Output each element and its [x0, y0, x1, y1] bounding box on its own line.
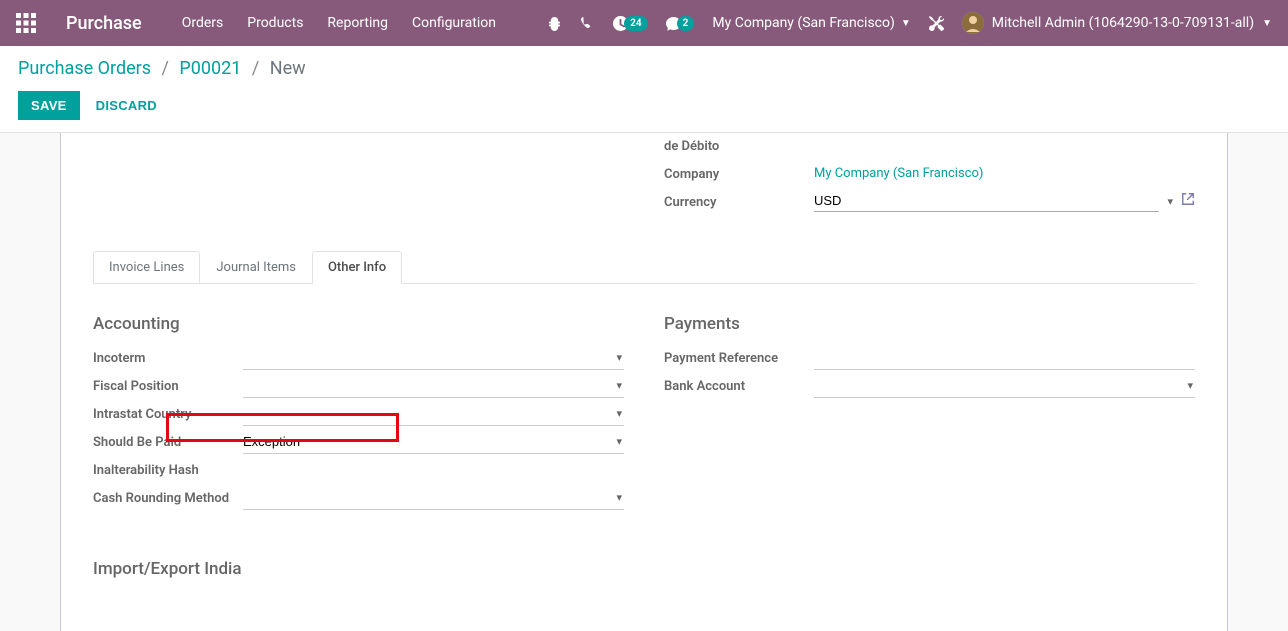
dropdown-caret-icon[interactable]: ▾ — [616, 407, 622, 420]
field-incoterm: Incoterm ▾ — [93, 346, 624, 374]
breadcrumb-bar: Purchase Orders / P00021 / New — [0, 46, 1288, 85]
nav-menu: Orders Products Reporting Configuration — [182, 15, 496, 31]
input-cash-rounding[interactable] — [243, 488, 624, 507]
breadcrumb-mid[interactable]: P00021 — [179, 58, 241, 79]
field-should-be-paid: Should Be Paid ▾ — [93, 430, 624, 458]
label-payment-reference: Payment Reference — [664, 346, 814, 368]
input-incoterm[interactable] — [243, 348, 624, 367]
dropdown-caret-icon[interactable]: ▾ — [616, 435, 622, 448]
top-fields: de Débito Company My Company (San Franci… — [93, 133, 1195, 217]
field-bank-account: Bank Account ▾ — [664, 374, 1195, 402]
nav-products[interactable]: Products — [247, 15, 303, 31]
dropdown-caret-icon[interactable]: ▾ — [1187, 379, 1193, 392]
wrench-icon[interactable] — [929, 16, 944, 31]
nav-orders[interactable]: Orders — [182, 15, 224, 31]
breadcrumb-root[interactable]: Purchase Orders — [18, 58, 151, 79]
field-de-debito: de Débito — [664, 133, 1195, 157]
breadcrumb: Purchase Orders / P00021 / New — [18, 58, 1270, 79]
app-brand[interactable]: Purchase — [66, 13, 142, 34]
field-cash-rounding: Cash Rounding Method ▾ — [93, 486, 624, 514]
field-intrastat-country: Intrastat Country ▾ — [93, 402, 624, 430]
input-bank-account[interactable] — [814, 376, 1195, 395]
dropdown-caret-icon[interactable]: ▾ — [1167, 195, 1173, 208]
section-import-export-title: Import/Export India — [93, 559, 624, 579]
breadcrumb-sep: / — [252, 58, 259, 79]
caret-down-icon: ▼ — [1262, 18, 1272, 29]
label-fiscal-position: Fiscal Position — [93, 374, 243, 396]
input-intrastat-country[interactable] — [243, 404, 624, 423]
label-company: Company — [664, 164, 814, 182]
company-name: My Company (San Francisco) — [712, 15, 894, 31]
save-button[interactable]: SAVE — [18, 91, 80, 120]
dropdown-caret-icon[interactable]: ▾ — [616, 379, 622, 392]
dropdown-caret-icon[interactable]: ▾ — [616, 351, 622, 364]
field-company: Company My Company (San Francisco) — [664, 161, 1195, 185]
field-currency: Currency ▾ — [664, 189, 1195, 213]
nav-right: 24 2 My Company (San Francisco) ▼ Mitche… — [547, 12, 1272, 34]
label-should-be-paid: Should Be Paid — [93, 430, 243, 452]
other-info-body: Accounting Incoterm ▾ Fiscal Position ▾ — [93, 284, 1195, 591]
value-company[interactable]: My Company (San Francisco) — [814, 166, 1195, 181]
company-selector[interactable]: My Company (San Francisco) ▼ — [712, 15, 910, 31]
input-currency[interactable] — [814, 190, 1159, 212]
label-bank-account: Bank Account — [664, 374, 814, 396]
phone-icon[interactable] — [580, 16, 595, 31]
messages-badge: 2 — [677, 16, 695, 31]
messages-icon[interactable]: 2 — [666, 16, 695, 31]
dropdown-caret-icon[interactable]: ▾ — [616, 491, 622, 504]
external-link-icon[interactable] — [1181, 192, 1195, 210]
field-fiscal-position: Fiscal Position ▾ — [93, 374, 624, 402]
input-payment-reference[interactable] — [814, 348, 1195, 367]
field-inalterability-hash: Inalterability Hash — [93, 458, 624, 486]
sheet-container: de Débito Company My Company (San Franci… — [0, 133, 1288, 631]
input-fiscal-position[interactable] — [243, 376, 624, 395]
field-payment-reference: Payment Reference — [664, 346, 1195, 374]
nav-configuration[interactable]: Configuration — [412, 15, 496, 31]
tab-journal-items[interactable]: Journal Items — [200, 251, 312, 284]
activities-icon[interactable]: 24 — [613, 16, 647, 31]
label-intrastat-country: Intrastat Country — [93, 402, 243, 424]
sheet: de Débito Company My Company (San Franci… — [60, 133, 1228, 631]
label-incoterm: Incoterm — [93, 346, 243, 368]
tab-invoice-lines[interactable]: Invoice Lines — [93, 251, 200, 284]
label-cash-rounding: Cash Rounding Method — [93, 486, 243, 508]
action-bar: SAVE DISCARD — [0, 85, 1288, 132]
caret-down-icon: ▼ — [901, 18, 911, 29]
nav-reporting[interactable]: Reporting — [327, 15, 388, 31]
label-de-debito: de Débito — [664, 136, 814, 154]
label-inalterability-hash: Inalterability Hash — [93, 458, 243, 480]
navbar: Purchase Orders Products Reporting Confi… — [0, 0, 1288, 46]
breadcrumb-sep: / — [162, 58, 169, 79]
avatar — [962, 12, 984, 34]
tab-other-info[interactable]: Other Info — [312, 251, 402, 284]
section-payments-title: Payments — [664, 314, 1195, 334]
label-currency: Currency — [664, 192, 814, 210]
section-accounting-title: Accounting — [93, 314, 624, 334]
input-should-be-paid[interactable] — [243, 432, 624, 451]
user-menu[interactable]: Mitchell Admin (1064290-13-0-709131-all)… — [962, 12, 1272, 34]
value-inalterability-hash — [243, 458, 624, 463]
tabs: Invoice Lines Journal Items Other Info — [93, 251, 1195, 284]
discard-button[interactable]: DISCARD — [96, 98, 157, 113]
debug-icon[interactable] — [547, 16, 562, 31]
breadcrumb-current: New — [270, 58, 306, 79]
activities-badge: 24 — [624, 16, 647, 31]
apps-icon[interactable] — [16, 13, 36, 33]
user-name: Mitchell Admin (1064290-13-0-709131-all) — [992, 15, 1254, 31]
